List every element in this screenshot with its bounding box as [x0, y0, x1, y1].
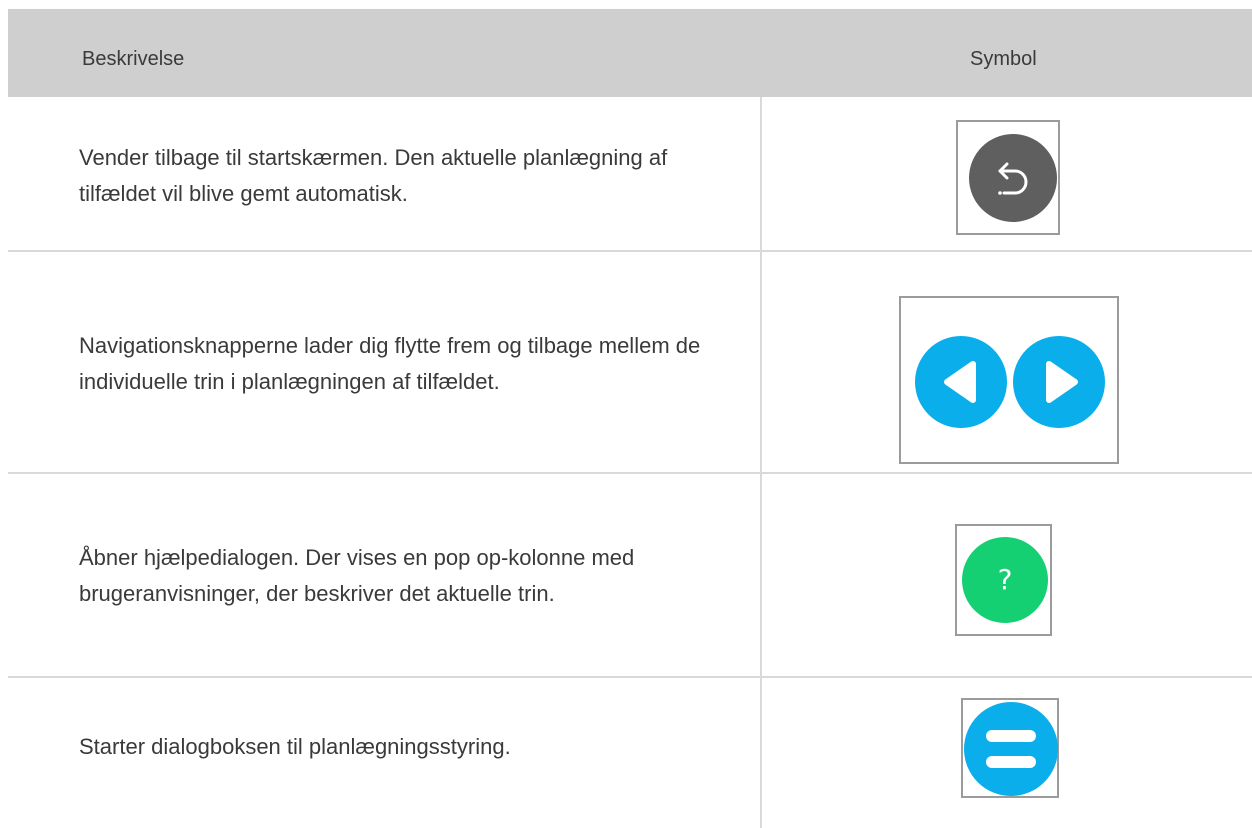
- next-arrow-icon: [1013, 336, 1105, 428]
- help-icon: ?: [962, 537, 1048, 623]
- row-description: Navigationsknapperne lader dig flytte fr…: [79, 333, 701, 394]
- row-description: Starter dialogboksen til planlægningssty…: [79, 734, 511, 759]
- row-description: Vender tilbage til startskærmen. Den akt…: [79, 145, 668, 206]
- table-header: Beskrivelse Symbol: [8, 9, 1252, 97]
- symbol-cell: ?: [955, 524, 1052, 636]
- help-icon-glyph: ?: [997, 563, 1013, 596]
- symbol-cell: [956, 120, 1060, 235]
- previous-arrow-icon: [915, 336, 1007, 428]
- table-row: Vender tilbage til startskærmen. Den akt…: [8, 97, 1252, 252]
- header-symbol: Symbol: [970, 48, 1037, 70]
- row-description: Åbner hjælpedialogen. Der vises en pop o…: [79, 545, 635, 606]
- symbol-cell: [961, 698, 1059, 798]
- table-row: Åbner hjælpedialogen. Der vises en pop o…: [8, 474, 1252, 678]
- table-row: Starter dialogboksen til planlægningssty…: [8, 678, 1252, 828]
- return-icon: [969, 134, 1057, 222]
- menu-icon: [964, 702, 1058, 796]
- symbol-cell: [899, 296, 1119, 464]
- symbol-table: Beskrivelse Symbol Vender tilbage til st…: [8, 9, 1252, 828]
- table-row: Navigationsknapperne lader dig flytte fr…: [8, 252, 1252, 474]
- header-description: Beskrivelse: [82, 48, 185, 70]
